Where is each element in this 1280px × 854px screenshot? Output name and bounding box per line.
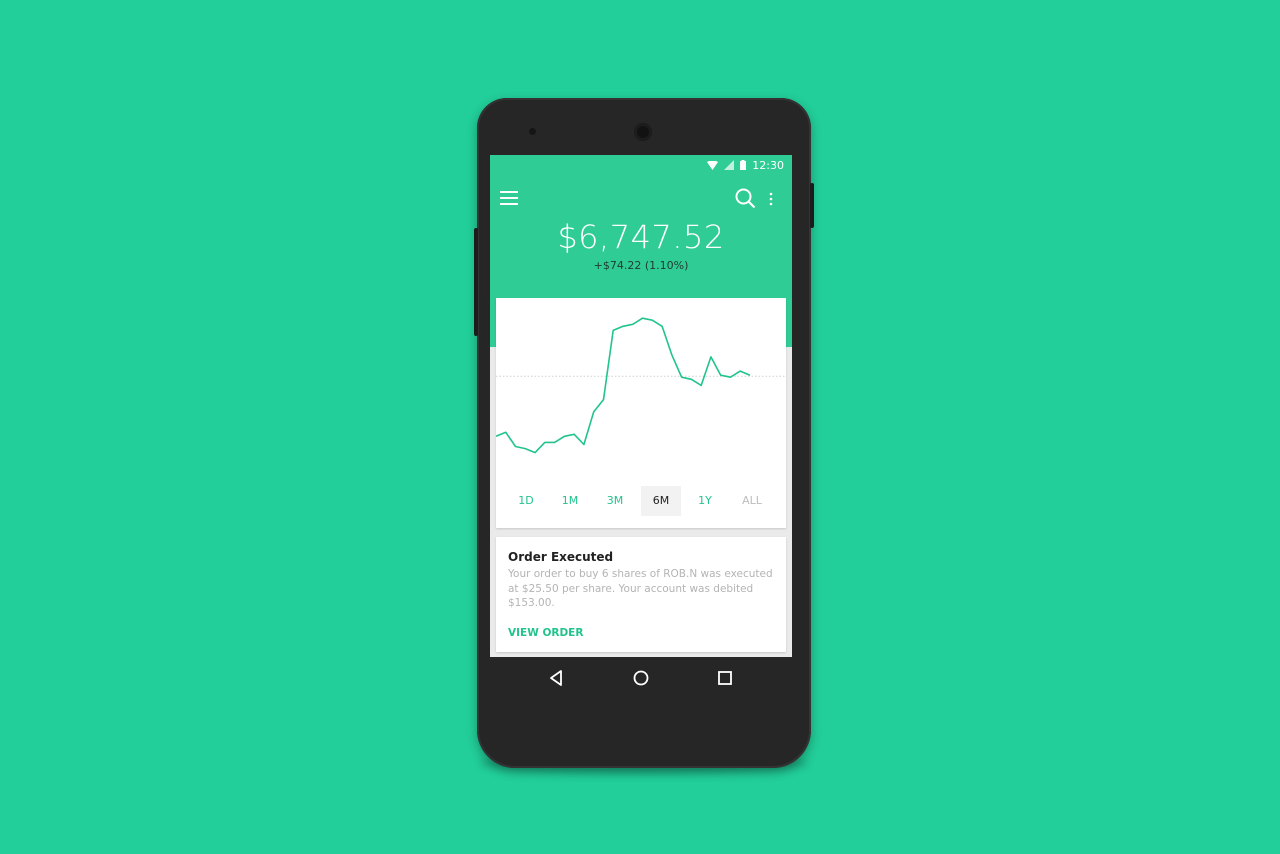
phone-screen: 12:30 $6,747.52 +$74.22 (1.10%) 1D 1M 3M 6M… (490, 155, 792, 657)
range-selector: 1D 1M 3M 6M 1Y ALL (496, 486, 786, 516)
portfolio-chart[interactable] (496, 298, 786, 483)
front-sensor (529, 128, 536, 135)
portfolio-balance: $6,747.52 (557, 218, 725, 256)
portfolio-change: +$74.22 (1.10%) (593, 259, 689, 272)
search-icon[interactable] (735, 188, 756, 209)
battery-icon (740, 160, 747, 170)
wifi-icon (707, 160, 719, 170)
range-tab-3m[interactable]: 3M (595, 486, 635, 516)
range-tab-1d[interactable]: 1D (506, 486, 546, 516)
hamburger-menu-icon[interactable] (500, 191, 518, 205)
status-time: 12:30 (752, 158, 784, 172)
range-tab-6m[interactable]: 6M (641, 486, 681, 516)
back-triangle-icon[interactable] (546, 667, 568, 689)
volume-button (474, 228, 478, 336)
order-executed-card[interactable]: Order Executed Your order to buy 6 share… (496, 537, 786, 652)
system-navigation-bar (490, 657, 792, 699)
overflow-menu-icon[interactable] (769, 192, 773, 206)
order-title: Order Executed (508, 550, 614, 564)
order-description: Your order to buy 6 shares of ROB.N was … (508, 568, 773, 609)
portfolio-line-series (496, 317, 751, 454)
view-order-button[interactable]: VIEW ORDER (508, 627, 583, 639)
status-bar: 12:30 (707, 158, 784, 172)
signal-icon (724, 160, 735, 170)
power-button (810, 183, 814, 228)
recents-square-icon[interactable] (714, 667, 736, 689)
front-camera (634, 123, 652, 141)
chart-card: 1D 1M 3M 6M 1Y ALL (496, 298, 786, 528)
range-tab-1y[interactable]: 1Y (685, 486, 725, 516)
range-tab-1m[interactable]: 1M (550, 486, 590, 516)
range-tab-all[interactable]: ALL (732, 486, 772, 516)
home-circle-icon[interactable] (630, 667, 652, 689)
